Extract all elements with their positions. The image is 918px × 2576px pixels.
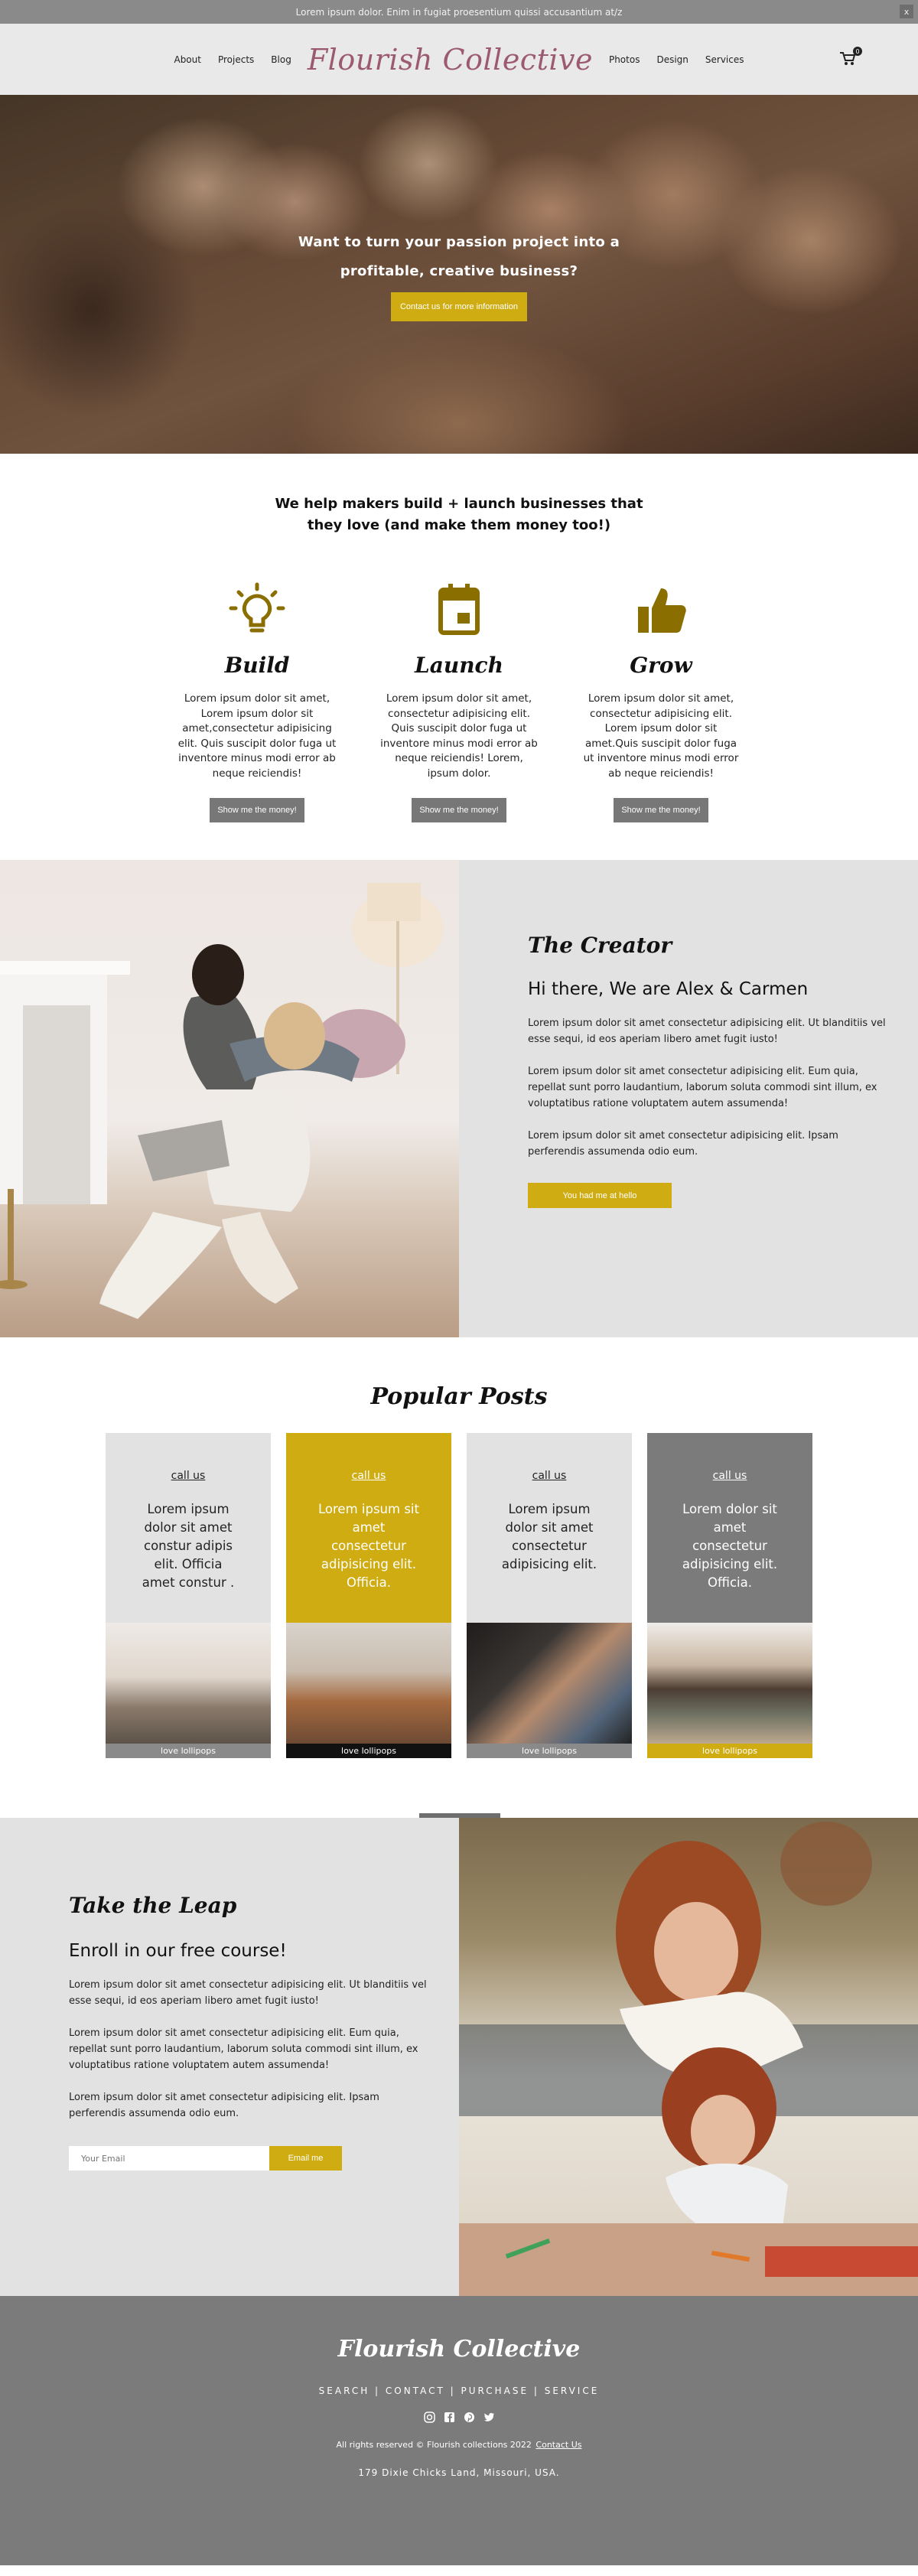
post-card[interactable]: call us Lorem ipsum sit amet consectetur…	[286, 1433, 451, 1758]
site-logo[interactable]: Flourish Collective	[308, 43, 593, 77]
twitter-icon[interactable]	[483, 2412, 495, 2423]
course-photo	[459, 1818, 918, 2296]
service-text: Lorem ipsum dolor sit amet, consectetur …	[583, 692, 739, 780]
leap-heading: Enroll in our free course!	[69, 1941, 287, 1961]
call-us-link[interactable]: call us	[106, 1470, 271, 1482]
service-title: Grow	[630, 653, 692, 678]
post-footer: love lollipops	[647, 1744, 812, 1758]
leap-paragraph: Lorem ipsum dolor sit amet consectetur a…	[69, 2092, 379, 2119]
pinterest-icon[interactable]	[464, 2412, 475, 2423]
service-column-grow: Grow Lorem ipsum dolor sit amet, consect…	[580, 582, 742, 822]
post-card[interactable]: call us Lorem ipsum dolor sit amet const…	[106, 1433, 271, 1758]
hero-headline: Want to turn your passion project into a…	[298, 234, 620, 279]
leap-paragraph: Lorem ipsum dolor sit amet consectetur a…	[69, 2027, 418, 2071]
service-title: Build	[224, 653, 290, 678]
social-icons	[0, 2412, 918, 2423]
hello-button[interactable]: You had me at hello	[528, 1183, 672, 1208]
nav-about[interactable]: About	[174, 54, 200, 65]
post-image	[647, 1623, 812, 1744]
address: 179 Dixie Chicks Land, Missouri, USA.	[358, 2467, 560, 2478]
creator-script-title: The Creator	[528, 933, 672, 958]
main-nav: About Projects Blog Flourish Collective …	[0, 24, 918, 95]
email-me-button[interactable]: Email me	[269, 2146, 342, 2171]
nav-photos[interactable]: Photos	[609, 54, 640, 65]
call-us-link[interactable]: call us	[286, 1470, 451, 1482]
hero-contact-button[interactable]: Contact us for more information	[390, 292, 528, 321]
copyright: All rights reserved © Flourish collectio…	[336, 2440, 582, 2450]
announcement-bar: Lorem ipsum dolor. Enim in fugiat proese…	[0, 0, 918, 24]
course-section: Take the Leap Enroll in our free course!…	[0, 1813, 918, 2296]
instagram-icon[interactable]	[423, 2412, 435, 2423]
post-footer: love lollipops	[467, 1744, 632, 1758]
services-heading: We help makers build + launch businesses…	[275, 496, 643, 533]
nav-projects[interactable]: Projects	[218, 54, 254, 65]
post-text: Lorem ipsum sit amet consectetur adipisi…	[318, 1502, 419, 1590]
post-card[interactable]: call us Lorem dolor sit amet consectetur…	[647, 1433, 812, 1758]
nav-services[interactable]: Services	[705, 54, 744, 65]
leap-paragraph: Lorem ipsum dolor sit amet consectetur a…	[69, 1979, 427, 2007]
creator-paragraph: Lorem ipsum dolor sit amet consectetur a…	[528, 1066, 877, 1109]
post-footer: love lollipops	[286, 1744, 451, 1758]
post-text: Lorem dolor sit amet consectetur adipisi…	[682, 1502, 778, 1590]
cart-count-badge: 0	[853, 47, 862, 56]
post-card[interactable]: call us Lorem ipsum dolor sit amet conse…	[467, 1433, 632, 1758]
creator-photo	[0, 860, 459, 1337]
announcement-text: Lorem ipsum dolor. Enim in fugiat proese…	[295, 6, 623, 18]
creator-section: The Creator Hi there, We are Alex & Carm…	[0, 860, 918, 1337]
lightbulb-icon	[229, 582, 285, 633]
show-money-button[interactable]: Show me the money!	[614, 798, 708, 822]
close-icon[interactable]: x	[900, 5, 913, 18]
email-signup-form: Email me	[69, 2146, 428, 2171]
site-footer: Flourish Collective SEARCH | CONTACT | P…	[0, 2296, 918, 2565]
facebook-icon[interactable]	[444, 2412, 455, 2423]
contact-us-link[interactable]: Contact Us	[536, 2440, 581, 2450]
post-image	[106, 1623, 271, 1744]
creator-heading: Hi there, We are Alex & Carmen	[528, 979, 809, 999]
show-money-button[interactable]: Show me the money!	[210, 798, 304, 822]
service-column-build: Build Lorem ipsum dolor sit amet, Lorem …	[176, 582, 338, 822]
footer-logo[interactable]: Flourish Collective	[0, 2336, 918, 2363]
post-image	[467, 1623, 632, 1744]
call-us-link[interactable]: call us	[467, 1470, 632, 1482]
service-title: Launch	[415, 653, 503, 678]
post-text: Lorem ipsum dolor sit amet constur adipi…	[142, 1502, 235, 1590]
popular-posts-section: Popular Posts call us Lorem ipsum dolor …	[0, 1337, 918, 1818]
hero-section: Want to turn your passion project into a…	[0, 95, 918, 454]
service-text: Lorem ipsum dolor sit amet, consectetur …	[380, 692, 538, 780]
post-image	[286, 1623, 451, 1744]
service-column-launch: Launch Lorem ipsum dolor sit amet, conse…	[378, 582, 540, 822]
creator-paragraph: Lorem ipsum dolor sit amet consectetur a…	[528, 1018, 886, 1045]
posts-title: Popular Posts	[370, 1383, 548, 1410]
email-input[interactable]	[69, 2146, 269, 2171]
nav-design[interactable]: Design	[656, 54, 688, 65]
services-section: We help makers build + launch businesses…	[0, 454, 918, 822]
nav-blog[interactable]: Blog	[271, 54, 291, 65]
service-text: Lorem ipsum dolor sit amet, Lorem ipsum …	[177, 692, 337, 780]
calendar-icon	[438, 584, 480, 635]
creator-paragraph: Lorem ipsum dolor sit amet consectetur a…	[528, 1130, 838, 1158]
thumbs-up-icon	[638, 588, 686, 633]
call-us-link[interactable]: call us	[647, 1470, 812, 1482]
leap-script-title: Take the Leap	[69, 1893, 237, 1918]
show-money-button[interactable]: Show me the money!	[412, 798, 506, 822]
post-footer: love lollipops	[106, 1744, 271, 1758]
post-text: Lorem ipsum dolor sit amet consectetur a…	[501, 1502, 597, 1571]
footer-links[interactable]: SEARCH | CONTACT | PURCHASE | SERVICE	[0, 2385, 918, 2396]
